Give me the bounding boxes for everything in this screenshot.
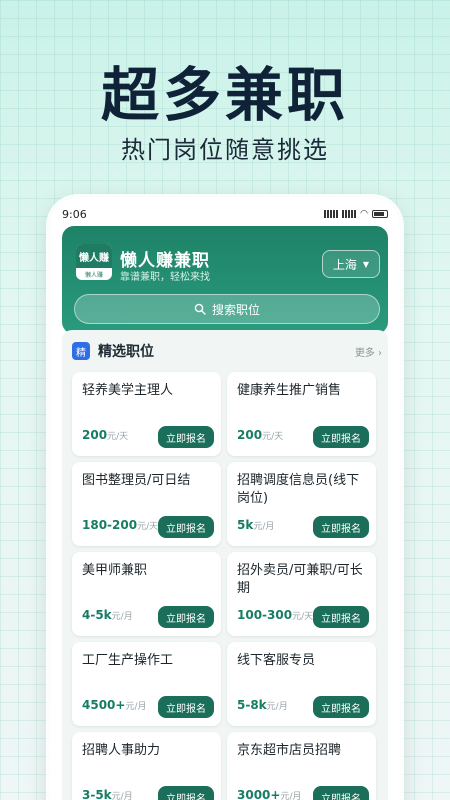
- apply-button[interactable]: 立即报名: [313, 696, 369, 718]
- job-card[interactable]: 图书整理员/可日结 180-200元/天 立即报名: [72, 462, 221, 546]
- job-title: 工厂生产操作工: [82, 653, 174, 668]
- salary-value: 180-200: [82, 518, 138, 532]
- wifi-icon: ◠: [360, 209, 368, 219]
- apply-button[interactable]: 立即报名: [158, 516, 214, 538]
- search-placeholder: 搜索职位: [211, 302, 260, 317]
- job-title: 京东超市店员招聘: [237, 743, 342, 758]
- logo-text: 懒人赚: [76, 244, 112, 268]
- job-title: 招外卖员/可兼职/可长期: [237, 563, 363, 596]
- salary-unit: 元/天: [107, 432, 129, 442]
- chevron-right-icon: ›: [378, 347, 382, 359]
- job-title: 健康养生推广销售: [237, 383, 342, 398]
- job-salary: 5-8k元/月: [237, 698, 288, 712]
- search-icon: [194, 303, 206, 315]
- city-selector[interactable]: 上海 ▼: [321, 250, 380, 278]
- apply-button[interactable]: 立即报名: [313, 786, 369, 800]
- job-card[interactable]: 招外卖员/可兼职/可长期 100-300元/天 立即报名: [227, 552, 376, 636]
- status-time: 9:06: [62, 207, 87, 221]
- app-header: 懒人赚 懒人赚 懒人赚兼职 靠谱兼职，轻松来找 上海 ▼ 搜索职位: [62, 226, 388, 334]
- job-salary: 200元/天: [82, 428, 128, 442]
- apply-button[interactable]: 立即报名: [158, 606, 214, 628]
- job-salary: 4-5k元/月: [82, 608, 133, 622]
- salary-unit: 元/天: [262, 432, 284, 442]
- salary-unit: 元/天: [292, 612, 314, 622]
- salary-unit: 元/天: [137, 522, 159, 532]
- job-salary: 200元/天: [237, 428, 283, 442]
- logo-subtext: 懒人赚: [84, 272, 103, 279]
- featured-badge-icon: 精: [72, 342, 90, 360]
- apply-button[interactable]: 立即报名: [313, 516, 369, 538]
- job-card[interactable]: 工厂生产操作工 4500+元/月 立即报名: [72, 642, 221, 726]
- signal-icon: [342, 210, 357, 218]
- promo-headline: 超多兼职: [100, 61, 349, 129]
- caret-down-icon: ▼: [362, 259, 369, 269]
- apply-button[interactable]: 立即报名: [313, 426, 369, 448]
- salary-value: 3-5k: [82, 788, 112, 800]
- salary-value: 4500+: [82, 698, 126, 712]
- job-salary: 180-200元/天: [82, 518, 158, 532]
- salary-value: 3000+: [237, 788, 281, 800]
- job-title: 图书整理员/可日结: [82, 473, 191, 488]
- apply-button[interactable]: 立即报名: [158, 696, 214, 718]
- salary-value: 200: [237, 428, 263, 442]
- salary-unit: 元/月: [111, 792, 133, 800]
- salary-unit: 元/月: [266, 702, 288, 712]
- apply-button[interactable]: 立即报名: [158, 426, 214, 448]
- salary-value: 4-5k: [82, 608, 112, 622]
- featured-jobs-section: 精 精选职位 更多 › 轻养美学主理人 200元/天 立即报名 健康养生推广销售…: [62, 330, 388, 800]
- job-title: 美甲师兼职: [82, 563, 148, 578]
- salary-unit: 元/月: [280, 792, 302, 800]
- job-card[interactable]: 京东超市店员招聘 3000+元/月 立即报名: [227, 732, 376, 800]
- job-title: 招聘调度信息员(线下岗位): [237, 473, 360, 506]
- status-bar: 9:06 ◠: [62, 206, 388, 222]
- job-card[interactable]: 美甲师兼职 4-5k元/月 立即报名: [72, 552, 221, 636]
- section-title: 精选职位: [98, 344, 154, 360]
- more-link[interactable]: 更多 ›: [355, 344, 382, 359]
- job-card[interactable]: 健康养生推广销售 200元/天 立即报名: [227, 372, 376, 456]
- salary-value: 100-300: [237, 608, 293, 622]
- promo-subline: 热门岗位随意挑选: [121, 136, 329, 164]
- salary-unit: 元/月: [253, 522, 275, 532]
- more-label: 更多: [354, 347, 375, 359]
- battery-icon: [372, 210, 388, 218]
- status-icons: ◠: [324, 209, 388, 219]
- job-title: 线下客服专员: [237, 653, 316, 668]
- job-card[interactable]: 轻养美学主理人 200元/天 立即报名: [72, 372, 221, 456]
- salary-value: 5k: [237, 518, 254, 532]
- job-card[interactable]: 招聘人事助力 3-5k元/月 立即报名: [72, 732, 221, 800]
- app-slogan: 靠谱兼职，轻松来找: [120, 272, 210, 283]
- salary-unit: 元/月: [125, 702, 147, 712]
- job-title: 招聘人事助力: [82, 743, 161, 758]
- apply-button[interactable]: 立即报名: [313, 606, 369, 628]
- city-label: 上海: [332, 257, 357, 272]
- job-salary: 3000+元/月: [237, 788, 302, 800]
- apply-button[interactable]: 立即报名: [158, 786, 214, 800]
- job-salary: 5k元/月: [237, 518, 274, 532]
- job-card[interactable]: 线下客服专员 5-8k元/月 立即报名: [227, 642, 376, 726]
- salary-value: 200: [82, 428, 108, 442]
- signal-icon: [324, 210, 339, 218]
- phone-frame: 9:06 ◠ 懒人赚 懒人赚 懒人赚兼职 靠谱兼职，轻松来找 上海 ▼ 搜索职位…: [50, 198, 400, 800]
- search-bar[interactable]: 搜索职位: [74, 294, 380, 324]
- app-logo: 懒人赚 懒人赚: [76, 244, 112, 280]
- salary-unit: 元/月: [111, 612, 133, 622]
- job-salary: 4500+元/月: [82, 698, 147, 712]
- section-header: 精 精选职位 更多 ›: [72, 340, 382, 362]
- job-salary: 100-300元/天: [237, 608, 313, 622]
- job-title: 轻养美学主理人: [82, 383, 174, 398]
- job-card[interactable]: 招聘调度信息员(线下岗位) 5k元/月 立即报名: [227, 462, 376, 546]
- job-salary: 3-5k元/月: [82, 788, 133, 800]
- salary-value: 5-8k: [237, 698, 267, 712]
